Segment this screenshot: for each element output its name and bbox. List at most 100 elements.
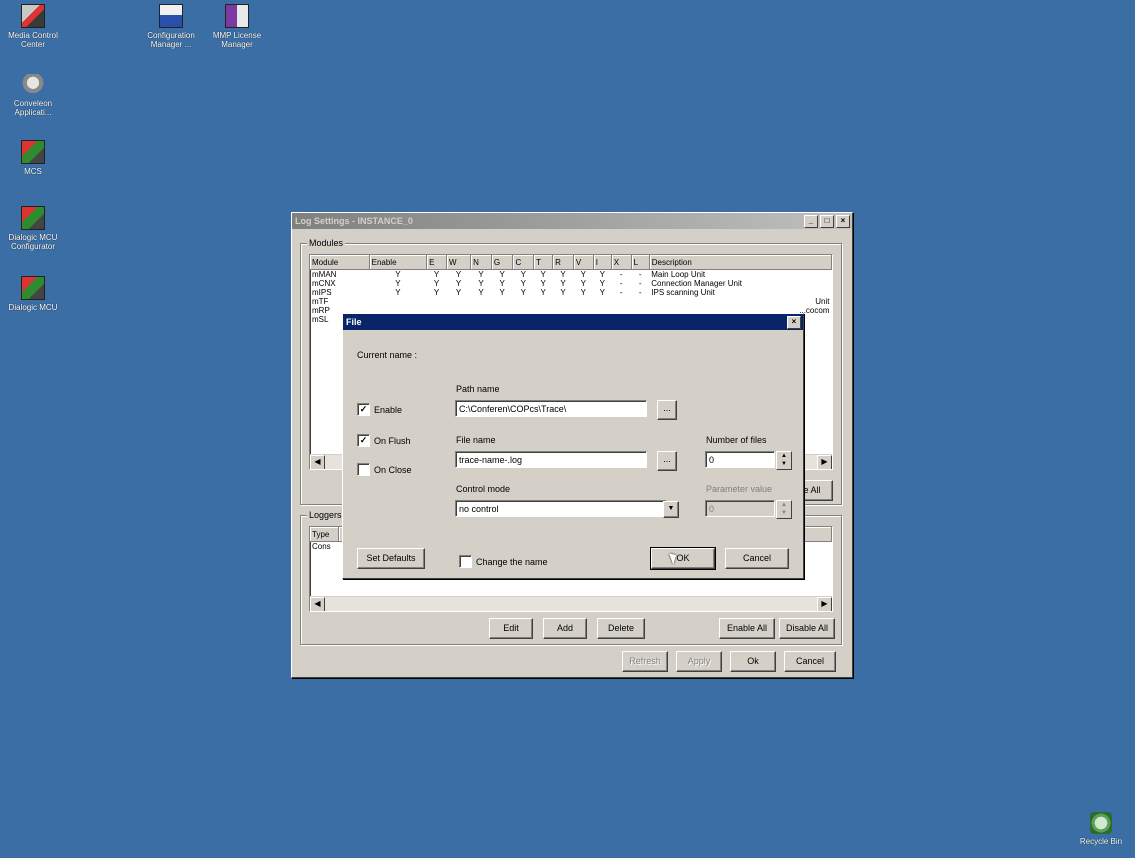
cancel-button[interactable]: Cancel xyxy=(784,651,836,672)
enable-checkbox[interactable]: ✓ Enable xyxy=(357,403,402,416)
on-close-label: On Close xyxy=(374,464,412,475)
edit-button[interactable]: Edit xyxy=(489,618,533,639)
set-defaults-button[interactable]: Set Defaults xyxy=(357,548,425,569)
path-browse-button[interactable]: ... xyxy=(657,400,677,420)
on-close-checkbox[interactable]: On Close xyxy=(357,463,412,476)
cell: Y xyxy=(560,279,566,288)
scroll-left-icon[interactable]: ◀ xyxy=(310,597,325,611)
cell: mTF xyxy=(312,297,329,306)
cell: Y xyxy=(560,270,566,279)
cell: Connection Manager Unit xyxy=(651,279,742,288)
disable-all-button[interactable]: Disable All xyxy=(779,618,835,639)
cell: IPS scanning Unit xyxy=(651,288,715,297)
cell: Y xyxy=(599,279,605,288)
scroll-right-icon[interactable]: ▶ xyxy=(817,597,832,611)
col-enable[interactable]: Enable xyxy=(369,255,428,270)
file-dialog-titlebar[interactable]: File × xyxy=(343,314,803,330)
table-row[interactable]: mCNX Y Y Y Y Y Y Y Y Y Y - - Connection … xyxy=(310,279,832,288)
cell: - xyxy=(619,270,623,279)
file-name-field[interactable]: trace-name-.log xyxy=(455,451,647,468)
cancel-button[interactable]: Cancel xyxy=(725,548,789,569)
desktop-icon-label: Dialogic MCU xyxy=(8,303,58,312)
close-icon[interactable]: × xyxy=(836,214,850,228)
col-type[interactable]: Type xyxy=(310,527,339,542)
desktop-icon-mcs[interactable]: MCS xyxy=(0,140,66,176)
close-icon[interactable]: × xyxy=(787,315,801,329)
desktop-icon-dialogic-mcu[interactable]: Dialogic MCU xyxy=(0,276,66,312)
control-mode-label: Control mode xyxy=(456,484,511,494)
cell: Y xyxy=(499,270,505,279)
col-i[interactable]: I xyxy=(593,255,612,270)
delete-button[interactable]: Delete xyxy=(597,618,645,639)
ok-button[interactable]: OK xyxy=(650,547,716,570)
cell: Y xyxy=(455,270,462,279)
cell: Y xyxy=(499,288,505,297)
file-browse-button[interactable]: ... xyxy=(657,451,677,471)
col-v[interactable]: V xyxy=(573,255,594,270)
desktop-icon-configuration-manager[interactable]: Configuration Manager ... xyxy=(138,4,204,49)
col-c[interactable]: C xyxy=(512,255,535,270)
scroll-left-icon[interactable]: ◀ xyxy=(310,455,325,469)
ok-button[interactable]: Ok xyxy=(730,651,776,672)
desktop-icon-label: Recycle Bin xyxy=(1079,837,1123,846)
desktop-icon-applications[interactable]: Conveleon Applicati... xyxy=(0,74,66,117)
loggers-hscrollbar[interactable]: ◀ ▶ xyxy=(310,596,832,611)
checkmark-icon: ✓ xyxy=(357,403,370,416)
path-name-label: Path name xyxy=(456,384,500,394)
refresh-button[interactable]: Refresh xyxy=(622,651,668,672)
maximize-icon[interactable]: □ xyxy=(820,214,834,228)
control-mode-select[interactable]: no control xyxy=(455,500,667,517)
parameter-value-spinner[interactable]: ▲ ▼ xyxy=(776,500,792,519)
desktop-icon-recycle-bin[interactable]: Recycle Bin xyxy=(1068,812,1134,846)
current-name-label: Current name : xyxy=(357,350,418,360)
col-description[interactable]: Description xyxy=(649,255,832,270)
desktop-icon-license-manager[interactable]: MMP License Manager xyxy=(204,4,270,49)
applications-icon xyxy=(22,74,44,96)
col-x[interactable]: X xyxy=(611,255,632,270)
scroll-right-icon[interactable]: ▶ xyxy=(817,455,832,469)
number-of-files-spinner[interactable]: ▲ ▼ xyxy=(776,451,792,470)
parameter-value-label: Parameter value xyxy=(706,484,773,494)
log-settings-title: Log Settings - INSTANCE_0 xyxy=(295,216,413,226)
checkmark-icon: ✓ xyxy=(357,434,370,447)
minimize-icon[interactable]: _ xyxy=(804,214,818,228)
desktop-icon-label: MCS xyxy=(24,167,42,176)
file-name-label: File name xyxy=(456,435,496,445)
apply-button[interactable]: Apply xyxy=(676,651,722,672)
col-w[interactable]: W xyxy=(446,255,472,270)
chevron-down-icon[interactable]: ▼ xyxy=(663,501,679,518)
cell: Y xyxy=(580,270,586,279)
modules-group-title: Modules xyxy=(307,238,346,248)
cell: Y xyxy=(520,270,526,279)
enable-all-button[interactable]: Enable All xyxy=(719,618,775,639)
on-flush-checkbox[interactable]: ✓ On Flush xyxy=(357,434,411,447)
col-r[interactable]: R xyxy=(552,255,574,270)
cell: Y xyxy=(433,279,440,288)
desktop-icon-media-control[interactable]: Media Control Center xyxy=(0,4,66,49)
cell: - xyxy=(638,288,642,297)
log-settings-titlebar[interactable]: Log Settings - INSTANCE_0 _ □ × xyxy=(292,213,852,229)
parameter-value-field[interactable]: 0 xyxy=(705,500,775,517)
col-l[interactable]: L xyxy=(631,255,650,270)
table-row[interactable]: mIPS Y Y Y Y Y Y Y Y Y Y - - IPS scannin… xyxy=(310,288,832,297)
desktop-icon-label: Dialogic MCU Configurator xyxy=(8,233,58,251)
change-name-checkbox[interactable]: Change the name xyxy=(459,555,548,568)
number-of-files-field[interactable]: 0 xyxy=(705,451,775,468)
table-row[interactable]: mTF Unit xyxy=(310,297,832,306)
cell: mIPS xyxy=(312,288,332,297)
col-g[interactable]: G xyxy=(491,255,514,270)
col-module[interactable]: Module xyxy=(310,255,370,270)
dialogic-configurator-icon xyxy=(21,206,45,230)
col-e[interactable]: E xyxy=(426,255,447,270)
path-name-field[interactable]: C:\Conferen\COPcs\Trace\ xyxy=(455,400,647,417)
add-button[interactable]: Add xyxy=(543,618,587,639)
license-manager-icon xyxy=(225,4,249,28)
col-n[interactable]: N xyxy=(470,255,492,270)
loggers-group-title: Loggers xyxy=(307,510,344,520)
desktop-icon-label: Configuration Manager ... xyxy=(147,31,195,49)
desktop-icon-dialogic-configurator[interactable]: Dialogic MCU Configurator xyxy=(0,206,66,251)
cell: Y xyxy=(433,288,440,297)
table-row[interactable]: mMAN Y Y Y Y Y Y Y Y Y Y - - Main Loop U… xyxy=(310,270,832,280)
desktop-icon-label: Media Control Center xyxy=(8,31,58,49)
col-t[interactable]: T xyxy=(533,255,554,270)
